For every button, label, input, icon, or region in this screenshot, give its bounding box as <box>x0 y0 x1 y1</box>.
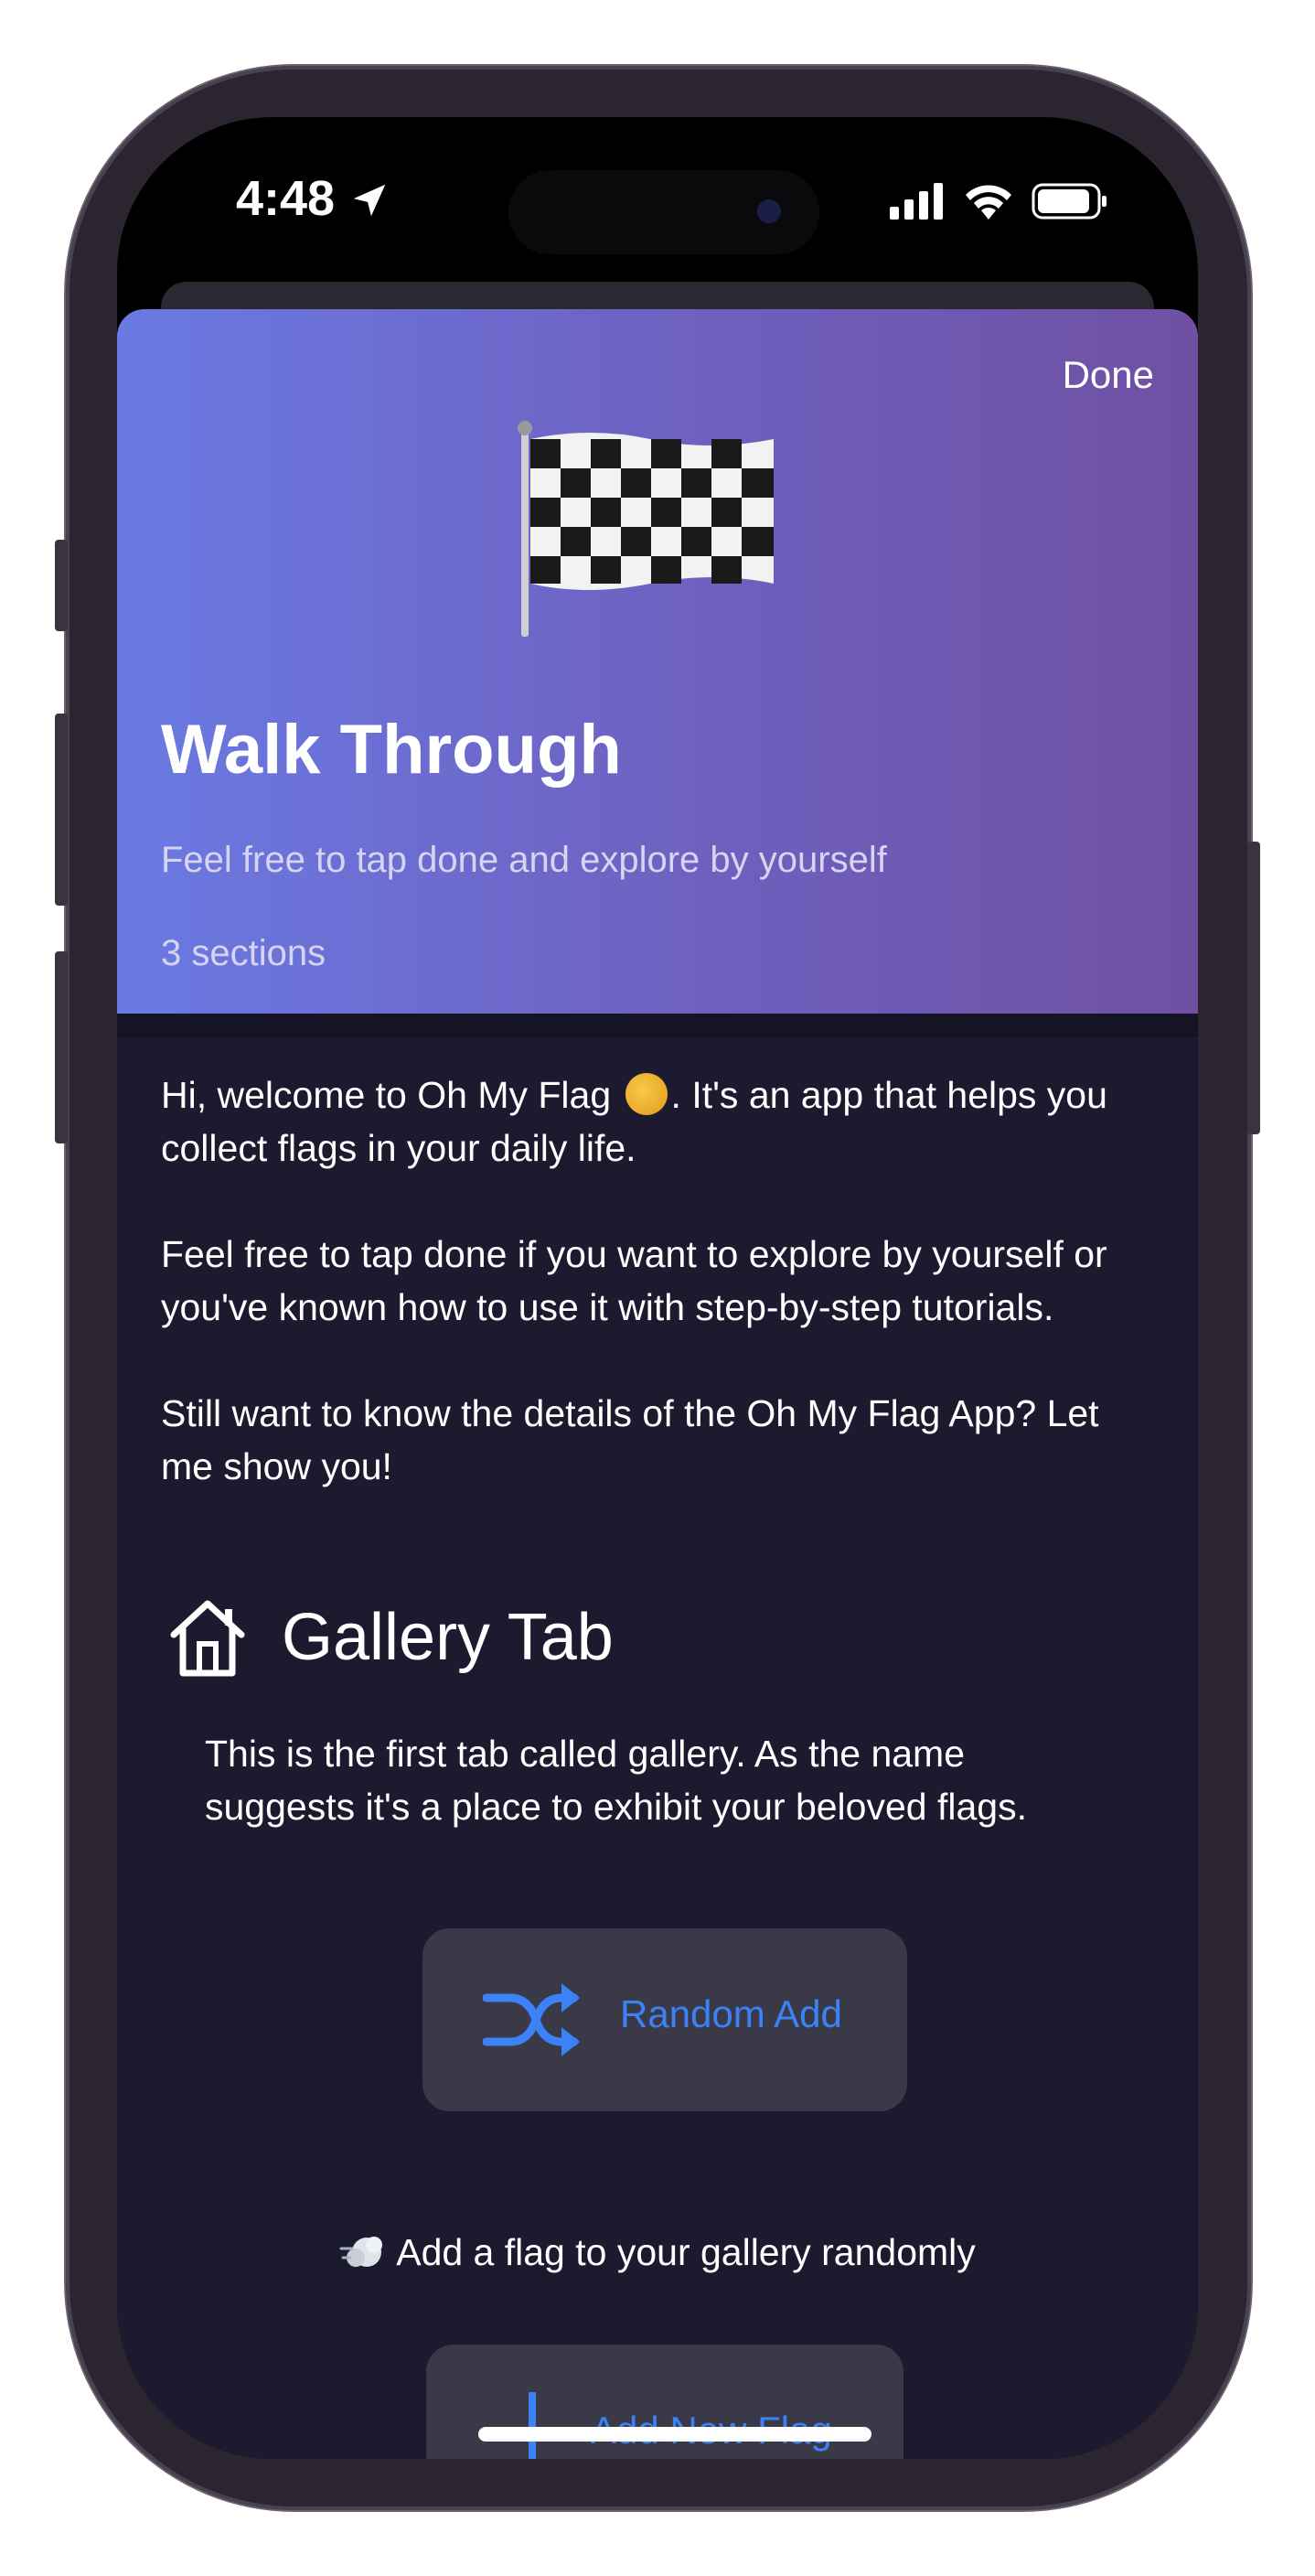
page-subtitle: Feel free to tap done and explore by you… <box>161 840 887 880</box>
intro-content: Hi, welcome to Oh My Flag . It's an app … <box>161 1068 1158 1546</box>
page-title: Walk Through <box>161 711 622 789</box>
action-button <box>55 540 68 631</box>
home-indicator[interactable] <box>478 2427 871 2442</box>
device-screen: 4:48 Done Walk Through Feel free to tap … <box>117 117 1198 2459</box>
sections-count: 3 sections <box>161 933 326 973</box>
intro-text-start: Hi, welcome to Oh My Flag <box>161 1074 622 1116</box>
front-camera <box>757 199 781 223</box>
party-face-icon <box>625 1073 668 1115</box>
random-add-caption: Add a flag to your gallery randomly <box>117 2230 1198 2274</box>
random-add-label: Random Add <box>620 1992 842 2035</box>
dashing-away-icon <box>339 2237 383 2267</box>
intro-paragraph-2: Feel free to tap done if you want to exp… <box>161 1233 1107 1328</box>
intro-paragraph-3: Still want to know the details of the Oh… <box>161 1392 1099 1487</box>
done-button[interactable]: Done <box>1063 353 1154 397</box>
hero-divider <box>117 1014 1198 1037</box>
location-arrow-icon <box>353 184 386 217</box>
gallery-section-title: Gallery Tab <box>282 1601 614 1674</box>
shuffle-icon <box>483 1983 580 2056</box>
cellular-signal-icon <box>890 183 943 220</box>
hero-header: Done Walk Through Feel free to tap done … <box>117 309 1198 1014</box>
intro-paragraph-1: Hi, welcome to Oh My Flag . It's an app … <box>161 1068 1158 1175</box>
status-time: 4:48 <box>236 171 336 226</box>
random-add-caption-text: Add a flag to your gallery randomly <box>396 2231 976 2273</box>
checkered-flag-icon <box>518 421 774 637</box>
power-button <box>1247 842 1260 1134</box>
gallery-section-description: This is the first tab called gallery. As… <box>205 1733 1027 1828</box>
wifi-icon <box>966 185 1011 220</box>
volume-down-button <box>55 951 68 1143</box>
walkthrough-sheet: Done Walk Through Feel free to tap done … <box>117 309 1198 2459</box>
random-add-button[interactable]: Random Add <box>422 1928 907 2111</box>
volume-up-button <box>55 714 68 906</box>
battery-icon <box>1032 183 1107 220</box>
plus-icon <box>529 2392 536 2459</box>
house-icon <box>170 1600 245 1677</box>
gallery-section-header: Gallery Tab <box>161 1585 1198 1686</box>
add-new-flag-button[interactable]: Add New Flag <box>426 2345 903 2459</box>
